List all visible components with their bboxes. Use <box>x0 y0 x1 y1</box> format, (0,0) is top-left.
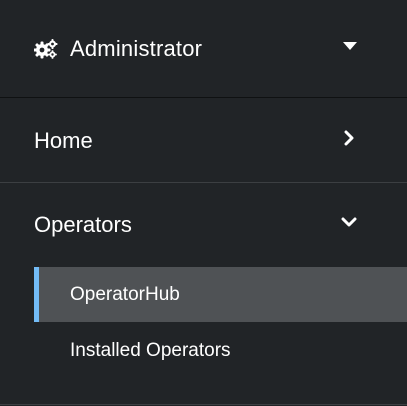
nav-section-label: Home <box>34 127 93 153</box>
caret-down-icon <box>343 42 357 50</box>
nav-item-installed-operators[interactable]: Installed Operators <box>34 323 407 378</box>
nav-item-operatorhub[interactable]: OperatorHub <box>34 267 407 322</box>
chevron-down-icon <box>341 217 357 227</box>
perspective-label: Administrator <box>70 35 203 61</box>
sidebar-nav: Administrator Home Operators OperatorHub… <box>0 0 407 406</box>
nav-section-label: Operators <box>34 212 132 237</box>
chevron-right-icon <box>344 130 354 146</box>
divider <box>0 404 407 405</box>
perspective-switcher[interactable]: Administrator <box>0 0 407 98</box>
nav-section-operators[interactable]: Operators <box>0 184 407 266</box>
nav-item-label: Installed Operators <box>70 339 231 361</box>
cogs-icon <box>34 38 58 59</box>
nav-section-home[interactable]: Home <box>0 99 407 183</box>
nav-item-label: OperatorHub <box>70 283 180 305</box>
